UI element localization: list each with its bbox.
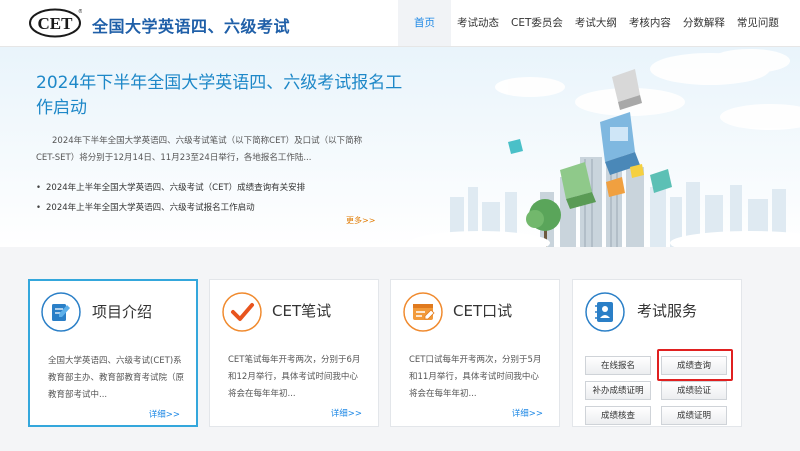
card-cet-oral[interactable]: CET口试 CET口试每年开考两次，分别于5月和11月举行，具体考试时间我中心将… (390, 279, 560, 427)
details-link[interactable]: 详细>> (149, 408, 180, 420)
site-header: CET ® 全国大学英语四、六级考试 首页 考试动态 CET委员会 考试大纲 考… (0, 0, 800, 47)
nav-score-explanation[interactable]: 分数解释 (677, 0, 731, 46)
checkmark-icon (222, 292, 262, 332)
card-title: CET笔试 (272, 302, 332, 320)
score-verification-button[interactable]: 成绩验证 (661, 381, 727, 400)
details-link[interactable]: 详细>> (512, 407, 543, 419)
score-review-button[interactable]: 成绩核查 (585, 406, 651, 425)
online-registration-button[interactable]: 在线报名 (585, 356, 651, 375)
news-item[interactable]: 2024年上半年全国大学英语四、六级考试报名工作启动 (36, 198, 305, 218)
card-cet-written[interactable]: CET笔试 CET笔试每年开考两次，分别于6月和12月举行，具体考试时间我中心将… (209, 279, 379, 427)
banner-headline[interactable]: 2024年下半年全国大学英语四、六级考试报名工作启动 (36, 71, 416, 121)
card-title: CET口试 (453, 302, 513, 320)
hero-banner: 2024年下半年全国大学英语四、六级考试报名工作启动 2024年下半年全国大学英… (0, 47, 800, 247)
score-certificate-button[interactable]: 成绩证明 (661, 406, 727, 425)
calendar-edit-icon (403, 292, 443, 332)
news-item[interactable]: 2024年上半年全国大学英语四、六级考试（CET）成绩查询有关安排 (36, 178, 305, 198)
nav-faq[interactable]: 常见问题 (731, 0, 785, 46)
main-nav: 首页 考试动态 CET委员会 考试大纲 考核内容 分数解释 常见问题 (398, 0, 785, 46)
details-link[interactable]: 详细>> (331, 407, 362, 419)
nav-exam-syllabus[interactable]: 考试大纲 (569, 0, 623, 46)
feature-cards: 项目介绍 全国大学英语四、六级考试(CET)系教育部主办、教育部教育考试院（原教… (28, 279, 748, 429)
score-query-highlight (657, 349, 733, 381)
cet-logo[interactable]: CET ® (28, 8, 82, 38)
news-list: 2024年上半年全国大学英语四、六级考试（CET）成绩查询有关安排 2024年上… (36, 178, 305, 218)
address-book-icon (585, 292, 625, 332)
svg-text:®: ® (78, 8, 82, 15)
nav-exam-content[interactable]: 考核内容 (623, 0, 677, 46)
site-title[interactable]: 全国大学英语四、六级考试 (92, 13, 290, 37)
card-project-intro[interactable]: 项目介绍 全国大学英语四、六级考试(CET)系教育部主办、教育部教育考试院（原教… (28, 279, 198, 427)
more-link[interactable]: 更多>> (346, 215, 375, 226)
nav-exam-news[interactable]: 考试动态 (451, 0, 505, 46)
card-exam-services: 考试服务 在线报名 成绩查询 补办成绩证明 成绩验证 成绩核查 成绩证明 (572, 279, 742, 427)
card-title: 项目介绍 (92, 303, 153, 321)
card-title: 考试服务 (637, 302, 698, 320)
banner-description: 2024年下半年全国大学英语四、六级考试笔试（以下简称CET）及口试（以下简称C… (36, 136, 363, 163)
nav-home[interactable]: 首页 (398, 0, 451, 46)
card-description: CET口试每年开考两次，分别于5月和11月举行，具体考试时间我中心将会在每年年初… (409, 355, 542, 399)
nav-cet-committee[interactable]: CET委员会 (505, 0, 569, 46)
card-description: CET笔试每年开考两次，分别于6月和12月举行，具体考试时间我中心将会在每年年初… (228, 355, 361, 399)
card-description: 全国大学英语四、六级考试(CET)系教育部主办、教育部教育考试院（原教育部考试中… (48, 356, 185, 400)
logo-text: CET (38, 14, 74, 33)
reissue-score-certificate-button[interactable]: 补办成绩证明 (585, 381, 651, 400)
document-pen-icon (41, 292, 81, 332)
